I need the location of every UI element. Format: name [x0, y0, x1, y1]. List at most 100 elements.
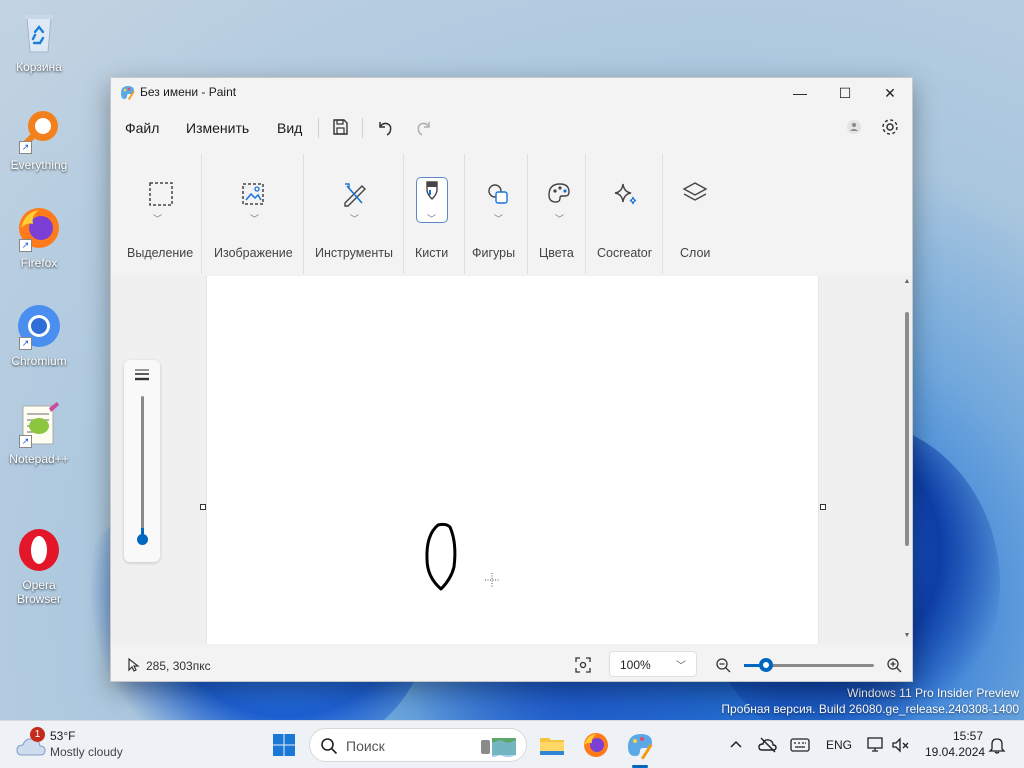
cursor-coordinates: 285, 303пкс: [146, 659, 211, 673]
desktop-icon-everything[interactable]: ↗ Everything: [4, 106, 74, 172]
ribbon-group-cocreator[interactable]: Cocreator: [591, 150, 659, 274]
clock-time[interactable]: 15:57: [953, 729, 983, 743]
weather-temp: 53°F: [50, 729, 76, 743]
pointer-cursor-icon: [126, 657, 140, 672]
zoom-select[interactable]: 100% ﹀: [609, 651, 697, 677]
chromium-icon: ↗: [15, 302, 63, 350]
desktop-icon-label: Everything: [10, 158, 68, 172]
notification-bell-icon[interactable]: [987, 735, 1007, 755]
chevron-up-icon[interactable]: [728, 737, 744, 753]
menu-view[interactable]: Вид: [277, 120, 302, 136]
window-title: Без имени - Paint: [140, 85, 237, 99]
shapes-icon: [482, 178, 514, 210]
shortcut-arrow-icon: ↗: [19, 141, 32, 154]
maximize-button[interactable]: ☐: [822, 78, 868, 108]
slider-thumb[interactable]: [137, 534, 148, 545]
weather-widget[interactable]: 1 53°F Mostly cloudy: [14, 727, 154, 763]
ribbon-group-image[interactable]: ﹀ Изображение: [209, 150, 301, 274]
search-icon: [320, 737, 338, 755]
chevron-down-icon: ﹀: [676, 661, 686, 672]
shortcut-arrow-icon: ↗: [19, 239, 32, 252]
ribbon-group-shapes[interactable]: ﹀ Фигуры: [467, 150, 529, 274]
zoom-in-icon[interactable]: [886, 657, 902, 673]
canvas-workspace: ▲ ▼: [111, 276, 912, 645]
ribbon-group-tools[interactable]: ﹀ Инструменты: [311, 150, 399, 274]
ribbon-group-brushes[interactable]: ﹀ Кисти: [407, 150, 457, 274]
watermark-line1: Windows 11 Pro Insider Preview: [847, 686, 1019, 700]
ribbon-group-label: Слои: [680, 246, 711, 260]
ribbon-separator: [585, 154, 586, 274]
shortcut-arrow-icon: ↗: [19, 337, 32, 350]
layers-icon: [679, 178, 711, 210]
settings-gear-icon[interactable]: [879, 116, 901, 138]
canvas-resize-handle-right[interactable]: [820, 504, 826, 510]
chevron-down-icon: ﹀: [250, 214, 260, 224]
taskbar: 1 53°F Mostly cloudy Поиск ENG 15:57 19.…: [0, 720, 1024, 768]
ribbon-separator: [403, 154, 404, 274]
chevron-down-icon: ﹀: [350, 214, 360, 224]
desktop-icon-opera[interactable]: Opera Browser: [4, 498, 74, 620]
ribbon-group-colors[interactable]: ﹀ Цвета: [531, 150, 587, 274]
menu-separator: [318, 118, 319, 138]
desktop-icon-label: Корзина: [16, 60, 62, 74]
chevron-down-icon: ﹀: [153, 214, 163, 224]
save-icon[interactable]: [329, 116, 351, 138]
menu-file[interactable]: Файл: [125, 120, 159, 136]
desktop-icon-recycle-bin[interactable]: Корзина: [4, 8, 74, 74]
cursor-crosshair: [485, 573, 499, 587]
menu-edit[interactable]: Изменить: [186, 120, 249, 136]
weather-desc: Mostly cloudy: [50, 745, 123, 759]
desktop-icon-chromium[interactable]: ↗ Chromium: [4, 302, 74, 368]
onedrive-offline-icon[interactable]: [758, 735, 778, 755]
keyboard-icon[interactable]: [790, 736, 810, 754]
tools-pencil-icon: [338, 178, 370, 210]
chevron-down-icon: ﹀: [427, 214, 437, 224]
ribbon-group-layers[interactable]: Слои: [671, 150, 719, 274]
slider-track[interactable]: [141, 396, 144, 536]
zoom-out-icon[interactable]: [715, 657, 731, 673]
ribbon-toolbar: ﹀ Выделение ﹀ Изображение ﹀ Инструменты …: [111, 150, 912, 274]
status-bar: 285, 303пкс 100% ﹀: [111, 648, 912, 682]
selection-icon: [145, 178, 177, 210]
scroll-up-arrow-icon[interactable]: ▲: [902, 278, 912, 285]
ribbon-group-selection[interactable]: ﹀ Выделение: [121, 150, 193, 274]
language-indicator[interactable]: ENG: [826, 738, 852, 752]
canvas-resize-handle-left[interactable]: [200, 504, 206, 510]
firefox-taskbar-icon[interactable]: [580, 729, 612, 761]
ribbon-group-label: Кисти: [415, 246, 449, 260]
network-icon[interactable]: [866, 735, 886, 755]
ribbon-group-label: Изображение: [214, 246, 293, 260]
menu-bar: Файл Изменить Вид: [111, 110, 912, 144]
account-icon[interactable]: [843, 116, 865, 138]
notification-badge: 1: [30, 727, 45, 742]
vertical-scrollbar[interactable]: ▲ ▼: [902, 276, 912, 645]
clock-date[interactable]: 19.04.2024: [925, 745, 985, 759]
paint-app-icon: [119, 84, 135, 100]
ribbon-separator: [201, 154, 202, 274]
start-windows-icon[interactable]: [268, 729, 300, 761]
ribbon-group-label: Выделение: [127, 246, 194, 260]
desktop-icon-label: Notepad++: [9, 452, 69, 466]
scrollbar-thumb[interactable]: [905, 312, 909, 546]
recycle-bin-icon: [15, 8, 63, 56]
volume-muted-icon[interactable]: [890, 735, 910, 755]
file-explorer-icon[interactable]: [536, 729, 568, 761]
drawing-canvas[interactable]: [206, 276, 819, 644]
undo-icon[interactable]: [374, 116, 396, 138]
minimize-button[interactable]: —: [777, 78, 823, 108]
zoom-slider-thumb[interactable]: [759, 658, 773, 672]
paint-taskbar-icon[interactable]: [624, 729, 656, 761]
desktop-icon-notepadpp[interactable]: ↗ Notepad++: [4, 400, 74, 466]
close-button[interactable]: ✕: [867, 78, 913, 108]
image-icon: [237, 178, 269, 210]
scroll-down-arrow-icon[interactable]: ▼: [902, 632, 912, 639]
redo-icon[interactable]: [413, 116, 435, 138]
fit-to-window-icon[interactable]: [575, 657, 591, 673]
zoom-value: 100%: [620, 658, 651, 672]
opera-icon: [15, 512, 63, 571]
title-bar[interactable]: Без имени - Paint — ☐ ✕: [111, 78, 912, 108]
desktop-icon-firefox[interactable]: ↗ Firefox: [4, 204, 74, 270]
search-highlight-icon: [478, 735, 520, 758]
taskbar-search[interactable]: Поиск: [309, 728, 527, 762]
brush-size-slider[interactable]: [124, 360, 160, 562]
